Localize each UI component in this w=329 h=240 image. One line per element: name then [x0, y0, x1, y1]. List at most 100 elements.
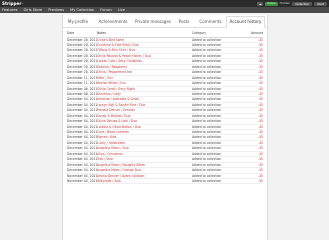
row-notes-link[interactable]: Amanda / Adorable & Small: [97, 97, 192, 101]
row-amount: -45: [258, 59, 263, 64]
row-amount: -45: [258, 108, 263, 113]
row-notes-link[interactable]: Ocrstline & Ellie Mind / Duo: [97, 43, 192, 47]
row-date: December 04, 2011: [67, 102, 97, 107]
collection-button[interactable]: Collection: [292, 1, 313, 6]
row-amount: -45: [258, 113, 263, 118]
row-date: December 04, 2011: [67, 146, 97, 151]
row-notes-link[interactable]: Mynea / Kids: [97, 135, 192, 139]
row-category: Added to collection: [192, 75, 222, 80]
tab-comments[interactable]: Comments: [195, 17, 226, 26]
nav-my-collection[interactable]: My Collection: [70, 7, 94, 13]
nav-live[interactable]: Live: [118, 7, 125, 13]
row-date: December 04, 2011: [67, 113, 97, 118]
row-notes-link[interactable]: Olivia Deluxe & Lodi / Duo: [97, 119, 192, 123]
row-notes-link[interactable]: Trex / Solo: [97, 157, 192, 161]
row-date: December 04, 2011: [67, 162, 97, 167]
table-row: November 04, 2011 Wikyzelle / Solo Added t…: [67, 178, 263, 185]
row-amount: -45: [258, 81, 263, 86]
row-date: December 28, 2011: [67, 53, 97, 58]
row-category: Added to collection: [192, 178, 222, 183]
row-date: December 28, 2011: [67, 64, 97, 69]
row-date: December 04, 2011: [67, 108, 97, 113]
account-history-table: Date Notes Category Amount December 28, …: [67, 31, 263, 185]
row-amount: -45: [258, 48, 263, 53]
row-category: Added to collection: [192, 53, 222, 58]
status-pill[interactable]: Online: [265, 1, 278, 6]
row-notes-link[interactable]: Lauryn Nyji & Sandhi Fine / Duo: [97, 103, 192, 107]
nav-girls-store[interactable]: Girls Store: [23, 7, 42, 13]
row-category: Added to collection: [192, 97, 222, 102]
nav-previews[interactable]: Previews: [48, 7, 64, 13]
row-amount: -45: [258, 151, 263, 156]
row-notes-link[interactable]: Angelina Moon / Naughty Kitten: [97, 163, 192, 167]
row-category: Added to collection: [192, 157, 222, 162]
row-amount: -45: [258, 178, 263, 183]
row-amount: -45: [258, 97, 263, 102]
row-notes-link[interactable]: Olivia Caroll / Sexy Night: [97, 87, 192, 91]
row-notes-link[interactable]: Sandy & Mellow / Duo: [97, 114, 192, 118]
row-notes-link[interactable]: Ariana Denver / Avant collation: [97, 174, 192, 178]
row-notes-link[interactable]: Aliya / Cinnamon: [97, 152, 192, 156]
table-body: December 28, 2011 Chloe's Bed Swim Added t…: [67, 38, 263, 185]
row-notes-link[interactable]: Sabrina / Raspberry: [97, 65, 192, 69]
row-date: December 04, 2011: [67, 97, 97, 102]
row-amount: -45: [258, 70, 263, 75]
row-amount: -45: [258, 86, 263, 91]
row-notes-link[interactable]: Olivia Rosario & Peach Honey / Duo: [97, 54, 192, 58]
row-category: Added to collection: [192, 86, 222, 91]
row-date: December 28, 2011: [67, 70, 97, 75]
row-notes-link[interactable]: Chloe's Bed Swim: [97, 38, 192, 42]
row-date: December 28, 2011: [67, 37, 97, 42]
row-amount: -45: [258, 168, 263, 173]
row-category: Added to collection: [192, 168, 222, 173]
row-category: Added to collection: [192, 151, 222, 156]
row-notes-link[interactable]: Mike / Turn: [97, 76, 192, 80]
row-notes-link[interactable]: Lauhlia & Olivia Bolton / Duo: [97, 125, 192, 129]
row-notes-link[interactable]: Pamela Denver / Dresser: [97, 108, 192, 112]
profile-tabs: My profile Achievements Private messages…: [63, 15, 267, 28]
row-category: Added to collection: [192, 70, 222, 75]
row-category: Added to collection: [192, 102, 222, 107]
row-notes-link[interactable]: Angelina Moon / Duo: [97, 146, 192, 150]
row-category: Added to collection: [192, 59, 222, 64]
row-notes-link[interactable]: Lucky / Hallorveen: [97, 141, 192, 145]
tab-achievements[interactable]: Achievements: [93, 17, 133, 26]
row-notes-link[interactable]: Wikyzelle / Solo: [97, 179, 192, 183]
row-notes-link[interactable]: Rachel White / Sun: [97, 81, 192, 85]
row-notes-link[interactable]: Angelina Moon / Orange Duo: [97, 168, 192, 172]
row-notes-link[interactable]: Tiffany & Ellie Shirt / Duo: [97, 48, 192, 52]
row-category: Added to collection: [192, 119, 222, 124]
row-category: Added to collection: [192, 140, 222, 145]
row-amount: -45: [258, 91, 263, 96]
row-date: December 11, 2011: [67, 81, 97, 86]
row-category: Added to collection: [192, 64, 222, 69]
cloud-icon[interactable]: ☁: [257, 1, 264, 6]
tab-account-history[interactable]: Account history: [226, 16, 265, 28]
row-date: December 04, 2011: [67, 168, 97, 173]
row-date: December 11, 2011: [67, 75, 97, 80]
nav-features[interactable]: Features: [2, 7, 17, 13]
row-notes-link[interactable]: Lauren Cole / Sexy Christmas: [97, 59, 192, 63]
top-bar: Stripper™ ☁ Online Hidden Collection Sta…: [0, 0, 329, 7]
row-category: Added to collection: [192, 146, 222, 151]
row-notes-link[interactable]: Cara / Black summer: [97, 130, 192, 134]
row-date: November 04, 2011: [67, 173, 97, 178]
tab-my-profile[interactable]: My profile: [63, 17, 93, 26]
row-amount: -45: [258, 102, 263, 107]
row-category: Added to collection: [192, 81, 222, 86]
row-notes-link[interactable]: Olivia / Peppermint tea: [97, 70, 192, 74]
row-date: December 28, 2011: [67, 59, 97, 64]
row-notes-link[interactable]: Dunelina / Lady: [97, 92, 192, 96]
col-notes: Notes: [97, 31, 106, 35]
row-amount: -45: [258, 119, 263, 124]
row-amount: -45: [258, 124, 263, 129]
row-date: December 06, 2011: [67, 86, 97, 91]
nav-forum[interactable]: Forum: [100, 7, 111, 13]
row-amount: -45: [258, 43, 263, 48]
start-button[interactable]: Start: [314, 1, 327, 6]
col-date: Date: [67, 31, 75, 35]
tab-posts[interactable]: Posts: [173, 17, 195, 26]
row-amount: -45: [258, 75, 263, 80]
row-category: Added to collection: [192, 113, 222, 118]
tab-private-messages[interactable]: Private messages: [133, 17, 173, 26]
